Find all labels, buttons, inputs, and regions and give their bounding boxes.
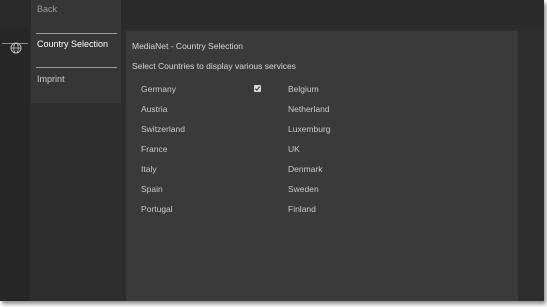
country-option[interactable]: Belgium	[288, 84, 319, 94]
side-icon-strip	[0, 28, 30, 301]
menu-item-country-selection[interactable]: Country Selection	[37, 39, 121, 49]
country-option[interactable]: Sweden	[288, 184, 319, 194]
country-option[interactable]: Portugal	[141, 204, 173, 214]
menu-item-imprint[interactable]: Imprint	[37, 74, 121, 84]
panel-subtitle: Select Countries to display various serv…	[132, 61, 296, 71]
country-option[interactable]: Switzerland	[141, 124, 185, 134]
country-option[interactable]: Denmark	[288, 164, 322, 174]
menu-divider	[36, 67, 117, 68]
country-selection-panel: MediaNet - Country Selection Select Coun…	[126, 31, 518, 301]
country-option[interactable]: Austria	[141, 104, 167, 114]
country-option[interactable]: Luxemburg	[288, 124, 331, 134]
country-option[interactable]: UK	[288, 144, 300, 154]
panel-title: MediaNet - Country Selection	[132, 41, 244, 51]
menu-item-back[interactable]: Back	[37, 4, 121, 14]
country-option[interactable]: Germany	[141, 84, 176, 94]
tv-screen: Back Country Selection Imprint MediaNet …	[0, 0, 544, 301]
checkbox-checked-icon[interactable]	[254, 85, 261, 92]
country-option[interactable]: Finland	[288, 204, 316, 214]
country-option[interactable]: France	[141, 144, 167, 154]
country-option[interactable]: Netherland	[288, 104, 330, 114]
country-option[interactable]: Italy	[141, 164, 157, 174]
menu-divider	[36, 33, 117, 34]
country-option[interactable]: Spain	[141, 184, 163, 194]
globe-icon[interactable]	[10, 41, 22, 54]
settings-menu: Back Country Selection Imprint	[31, 0, 121, 103]
